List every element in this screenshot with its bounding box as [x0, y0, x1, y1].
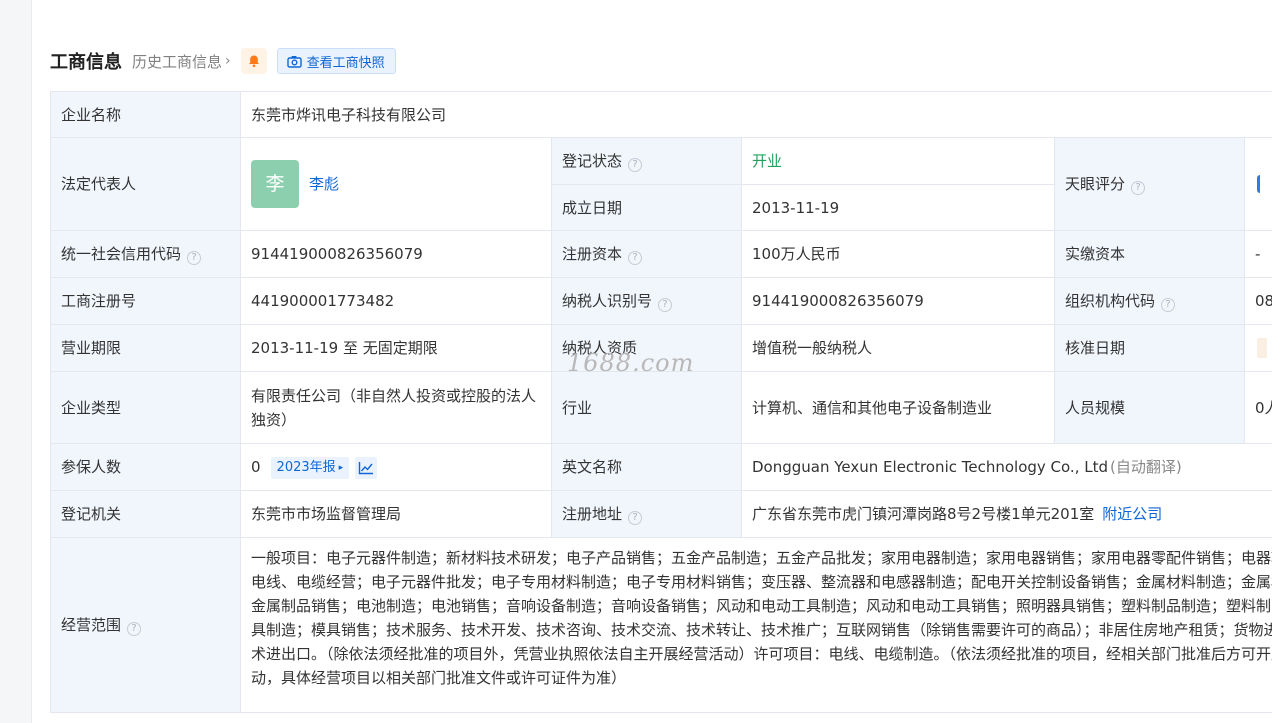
biz-reg-no-label: 工商注册号 — [50, 277, 241, 325]
credit-code-label: 统一社会信用代码 — [61, 245, 182, 263]
snapshot-button-label: 查看工商快照 — [306, 55, 385, 71]
table-row: 法定代表人 李李彪 登记状态? 开业 天眼评分? — [50, 137, 1272, 231]
org-code-label-cell: 组织机构代码? — [1054, 277, 1245, 325]
table-row: 营业期限 2013-11-19 至 无固定期限 纳税人资质 增值税一般纳税人 核… — [50, 324, 1272, 372]
reg-address-value: 广东省东莞市虎门镇河潭岗路8号2号楼1单元201室 — [752, 505, 1095, 523]
help-icon[interactable]: ? — [1131, 181, 1146, 195]
reg-address-value-cell: 广东省东莞市虎门镇河潭岗路8号2号楼1单元201室 附近公司 — [741, 490, 1272, 538]
nearby-companies-link[interactable]: 附近公司 — [1102, 505, 1162, 523]
reg-status-value-cell: 开业 — [741, 137, 1055, 185]
english-name-value-cell: Dongguan Yexun Electronic Technology Co.… — [741, 443, 1272, 491]
caret-right-icon: ▸ — [338, 462, 344, 473]
biz-term-label: 营业期限 — [50, 324, 241, 372]
company-type-label: 企业类型 — [50, 371, 241, 444]
avatar: 李 — [251, 160, 299, 208]
reg-capital-label: 注册资本 — [562, 245, 623, 263]
snapshot-button[interactable]: 查看工商快照 — [276, 48, 396, 74]
taxpayer-id-label-cell: 纳税人识别号? — [551, 277, 742, 325]
insured-value-cell: 0 2023年报 ▸ — [240, 443, 552, 491]
reg-status-label-cell: 登记状态? — [551, 137, 742, 185]
reg-authority-label: 登记机关 — [50, 490, 241, 538]
business-info-table: 企业名称 东莞市烨讯电子科技有限公司 法定代表人 李李彪 登记状态? 开业 天眼… — [50, 91, 1272, 713]
help-icon[interactable]: ? — [628, 511, 643, 525]
biz-scope-label: 经营范围 — [61, 616, 122, 634]
biz-scope-value: 一般项目：电子元器件制造；新材料技术研发；电子产品销售；五金产品制造；五金产品批… — [251, 549, 1272, 687]
insured-value: 0 — [251, 458, 261, 476]
table-row: 企业类型 有限责任公司（非自然人投资或控股的法人独资） 行业 计算机、通信和其他… — [50, 371, 1272, 444]
taxpayer-qual-label: 纳税人资质 — [551, 324, 742, 372]
taxpayer-id-value: 914419000826356079 — [741, 277, 1055, 325]
established-label: 成立日期 — [551, 184, 742, 231]
paid-capital-label: 实缴资本 — [1054, 230, 1245, 278]
trend-chart-button[interactable] — [355, 456, 378, 479]
bell-icon — [248, 55, 259, 68]
company-type-value: 有限责任公司（非自然人投资或控股的法人独资） — [240, 371, 552, 444]
table-row: 经营范围? 一般项目：电子元器件制造；新材料技术研发；电子产品销售；五金产品制造… — [50, 537, 1272, 713]
rating-label: 天眼评分 — [1065, 175, 1126, 193]
reg-address-label: 注册地址 — [562, 505, 623, 523]
approve-date-mask-icon — [1257, 338, 1267, 358]
org-code-value: 08 — [1244, 277, 1272, 325]
rating-score-icon — [1257, 175, 1266, 193]
industry-label: 行业 — [551, 371, 742, 444]
org-code-label: 组织机构代码 — [1065, 292, 1156, 310]
line-chart-icon — [358, 461, 374, 474]
history-info-label: 历史工商信息 — [132, 52, 223, 71]
biz-term-value: 2013-11-19 至 无固定期限 — [240, 324, 552, 372]
established-value: 2013-11-19 — [741, 184, 1055, 231]
left-gutter — [0, 0, 32, 723]
help-icon[interactable]: ? — [187, 251, 202, 265]
approve-date-label: 核准日期 — [1054, 324, 1245, 372]
status-badge: 开业 — [752, 152, 783, 170]
help-icon[interactable]: ? — [628, 158, 643, 172]
section-title: 工商信息 — [50, 52, 122, 73]
english-name-label: 英文名称 — [551, 443, 742, 491]
english-name-value: Dongguan Yexun Electronic Technology Co.… — [752, 458, 1108, 476]
annual-report-label: 2023年报 — [276, 459, 336, 475]
annual-report-button[interactable]: 2023年报 ▸ — [270, 456, 350, 479]
table-row: 登记机关 东莞市市场监督管理局 注册地址? 广东省东莞市虎门镇河潭岗路8号2号楼… — [50, 490, 1272, 538]
legal-rep-label: 法定代表人 — [50, 137, 241, 231]
paid-capital-value: - — [1244, 230, 1272, 278]
table-row: 工商注册号 441900001773482 纳税人识别号? 9144190008… — [50, 277, 1272, 325]
chevron-right-icon: › — [225, 53, 231, 69]
company-name-value: 东莞市烨讯电子科技有限公司 — [240, 91, 1272, 138]
rating-value-cell[interactable] — [1244, 137, 1272, 231]
approve-date-value-cell — [1244, 324, 1272, 372]
monitor-bell-button[interactable] — [240, 48, 267, 74]
camera-icon — [286, 55, 302, 68]
legal-rep-name-link[interactable]: 李彪 — [309, 175, 339, 193]
help-icon[interactable]: ? — [658, 298, 673, 312]
help-icon[interactable]: ? — [628, 251, 643, 265]
reg-capital-label-cell: 注册资本? — [551, 230, 742, 278]
biz-scope-label-cell: 经营范围? — [50, 537, 241, 713]
auto-translate-note: (自动翻译) — [1110, 458, 1182, 476]
biz-reg-no-value: 441900001773482 — [240, 277, 552, 325]
rating-label-cell: 天眼评分? — [1054, 137, 1245, 231]
credit-code-value: 914419000826356079 — [240, 230, 552, 278]
staff-size-value: 0人 — [1244, 371, 1272, 444]
credit-code-label-cell: 统一社会信用代码? — [50, 230, 241, 278]
taxpayer-qual-value: 增值税一般纳税人 — [741, 324, 1055, 372]
company-name-label: 企业名称 — [50, 91, 241, 138]
help-icon[interactable]: ? — [1161, 298, 1176, 312]
staff-size-label: 人员规模 — [1054, 371, 1245, 444]
industry-value: 计算机、通信和其他电子设备制造业 — [741, 371, 1055, 444]
legal-rep-value: 李李彪 — [240, 137, 552, 231]
table-row: 统一社会信用代码? 914419000826356079 注册资本? 100万人… — [50, 230, 1272, 278]
biz-scope-value-cell: 一般项目：电子元器件制造；新材料技术研发；电子产品销售；五金产品制造；五金产品批… — [240, 537, 1272, 713]
taxpayer-id-label: 纳税人识别号 — [562, 292, 653, 310]
section-header: 工商信息 历史工商信息 › 查看工商快照 — [50, 46, 396, 76]
table-row: 参保人数 0 2023年报 ▸ 英文名称 Dongguan Yexun Electr… — [50, 443, 1272, 491]
reg-capital-value: 100万人民币 — [741, 230, 1055, 278]
reg-authority-value: 东莞市市场监督管理局 — [240, 490, 552, 538]
reg-address-label-cell: 注册地址? — [551, 490, 742, 538]
reg-status-label: 登记状态 — [562, 152, 623, 170]
history-info-link[interactable]: 历史工商信息 › — [132, 51, 231, 72]
insured-label: 参保人数 — [50, 443, 241, 491]
table-row: 企业名称 东莞市烨讯电子科技有限公司 — [50, 91, 1272, 138]
help-icon[interactable]: ? — [127, 622, 142, 636]
